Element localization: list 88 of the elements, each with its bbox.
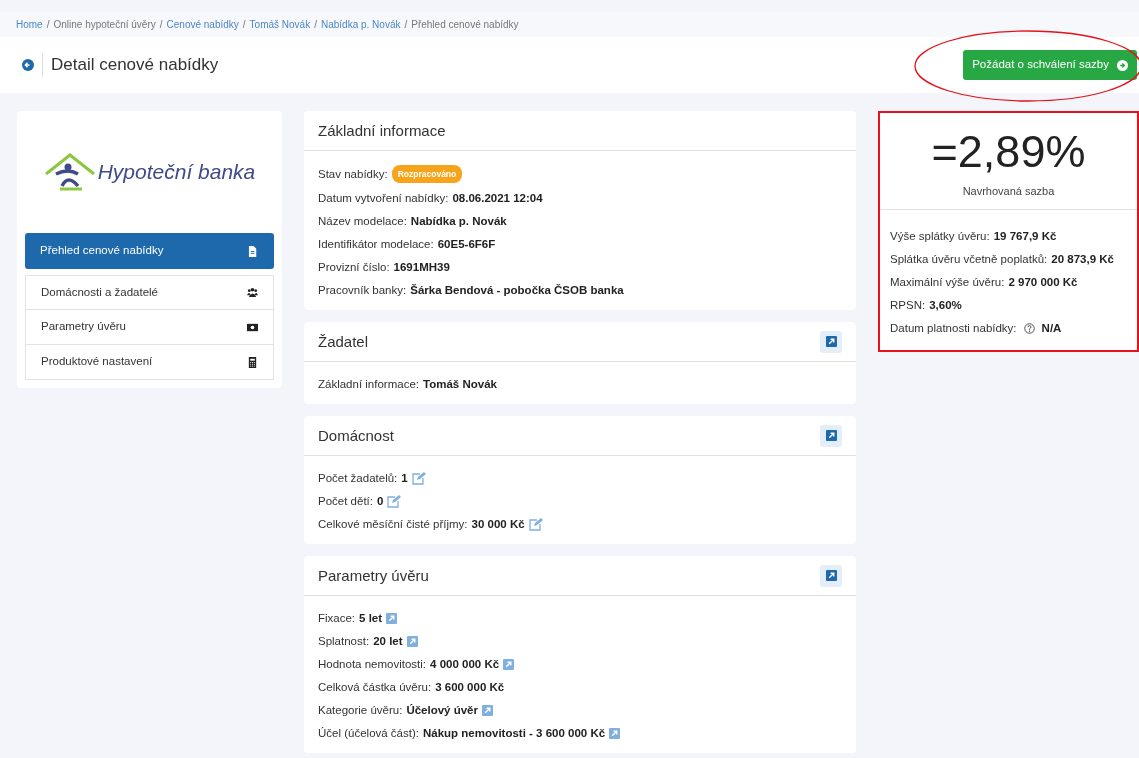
field-label: Celková částka úvěru: (318, 680, 432, 695)
edit-button[interactable] (820, 564, 842, 587)
field-value: Nabídka p. Novák (410, 214, 507, 229)
external-link-icon (825, 336, 837, 347)
field-label: RPSN: (890, 298, 926, 313)
external-link-icon[interactable] (406, 635, 418, 647)
field-value: 5 let (359, 611, 383, 626)
field-label: Datum platnosti nabídky: (890, 321, 1017, 336)
pencil-square-icon[interactable] (528, 517, 543, 531)
field-label: Provizní číslo: (318, 260, 390, 275)
field-value: 0 (377, 494, 384, 509)
logo-house-icon (43, 152, 96, 192)
external-link-icon (825, 570, 837, 581)
pencil-square-icon[interactable] (387, 494, 402, 508)
edit-button[interactable] (820, 330, 842, 353)
field-value: Nákup nemovitosti - 3 600 000 Kč (423, 726, 606, 741)
field-label: Výše splátky úvěru: (890, 229, 990, 244)
field-value: Účelový úvěr (406, 703, 478, 718)
field-value: 20 873,9 Kč (1051, 252, 1114, 267)
field-value: N/A (1041, 321, 1062, 336)
back-icon[interactable] (22, 59, 34, 71)
request-approval-button[interactable]: Požádat o schválení sazby (963, 50, 1137, 80)
sidebar-item[interactable]: Produktové nastavení (25, 345, 274, 380)
breadcrumb-link[interactable]: Tomáš Novák (249, 17, 311, 32)
section-title: Parametry úvěru (318, 566, 429, 585)
field-value: 2 970 000 Kč (1008, 275, 1078, 290)
external-link-icon[interactable] (609, 727, 621, 739)
field-label: Účel (účelová část): (318, 726, 419, 741)
breadcrumb-separator: / (404, 18, 408, 32)
breadcrumb-text: Přehled cenové nabídky (411, 18, 519, 32)
help-icon[interactable] (1023, 322, 1035, 334)
field-value: 20 let (373, 634, 403, 649)
breadcrumb-separator: / (242, 18, 246, 32)
external-link-icon[interactable] (503, 658, 515, 670)
banknote-icon (247, 321, 258, 333)
field-value: 3 600 000 Kč (435, 680, 505, 695)
section-title: Základní informace (318, 121, 446, 140)
breadcrumb-link[interactable]: Home (16, 17, 43, 32)
rate-value: =2,89% (930, 125, 1087, 177)
breadcrumb-link[interactable]: Cenové nabídky (166, 17, 239, 32)
field-label: Fixace: (318, 611, 356, 626)
breadcrumb-text: Online hypoteční úvěry (53, 18, 156, 32)
field-value: 1 (401, 471, 408, 486)
field-label: Splatnost: (318, 634, 370, 649)
field-label: Hodnota nemovitosti: (318, 657, 427, 672)
sidebar-item[interactable]: Parametry úvěru (25, 310, 274, 345)
status-badge: Rozpracováno (391, 165, 463, 183)
breadcrumb-separator: / (46, 18, 50, 32)
breadcrumb-link[interactable]: Nabídka p. Novák (320, 17, 401, 32)
page-title: Detail cenové nabídky (42, 53, 219, 77)
people-icon (247, 287, 258, 298)
breadcrumb-separator: / (314, 18, 317, 32)
field-label: Celkové měsíční čisté příjmy: (318, 517, 468, 532)
sidebar-item[interactable]: Domácnosti a žadatelé (25, 275, 274, 310)
field-label: Počet žadatelů: (318, 471, 398, 486)
field-value: 1691MH39 (393, 260, 450, 275)
breadcrumb-separator: / (159, 18, 163, 32)
field-value: 3,60% (929, 298, 962, 313)
document-icon (248, 245, 259, 257)
edit-button[interactable] (820, 424, 842, 447)
external-link-icon (825, 430, 837, 441)
field-label: Pracovník banky: (318, 283, 407, 298)
external-link-icon[interactable] (482, 704, 493, 716)
field-label: Identifikátor modelace: (318, 237, 434, 252)
field-value: 4 000 000 Kč (430, 657, 500, 672)
rate-label: Navrhovaná sazba (880, 176, 1137, 210)
external-link-icon[interactable] (386, 612, 398, 624)
logo-text: Hypoteční banka (97, 159, 256, 186)
field-value: Tomáš Novák (423, 377, 497, 392)
field-value: 30 000 Kč (471, 517, 525, 532)
sidebar-item[interactable]: Přehled cenové nabídky (25, 233, 274, 269)
field-value: 19 767,9 Kč (993, 229, 1057, 244)
field-label: Název modelace: (318, 214, 407, 229)
field-value: Šárka Bendová - pobočka ČSOB banka (410, 283, 624, 298)
field-label: Počet dětí: (318, 494, 373, 509)
arrow-right-icon (1117, 59, 1128, 71)
field-label: Stav nabídky: (318, 167, 388, 182)
field-label: Datum vytvoření nabídky: (318, 191, 449, 206)
calculator-icon (247, 356, 258, 368)
field-label: Maximální výše úvěru: (890, 275, 1005, 290)
field-label: Základní informace: (318, 377, 419, 392)
section-title: Žadatel (318, 332, 369, 351)
field-value: 60E5-6F6F (437, 237, 496, 252)
section-title: Domácnost (318, 426, 394, 445)
pencil-square-icon[interactable] (411, 471, 426, 485)
field-label: Kategorie úvěru: (318, 703, 403, 718)
field-label: Splátka úvěru včetně poplatků: (890, 252, 1048, 267)
field-value: 08.06.2021 12:04 (452, 191, 543, 206)
